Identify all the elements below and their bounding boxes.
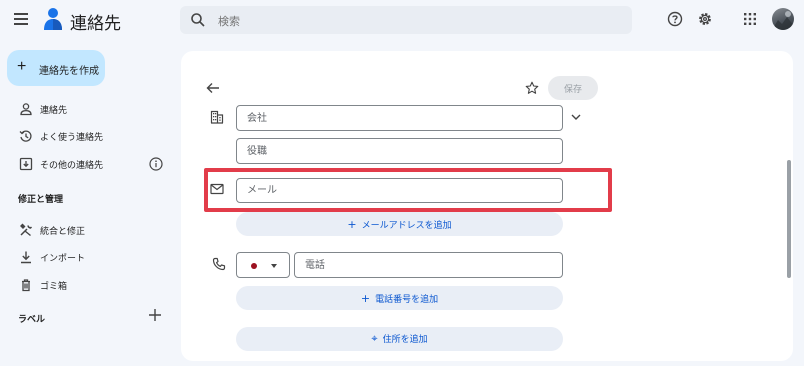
plus-icon: + bbox=[360, 291, 371, 305]
sidebar-item-label: その他の連絡先 bbox=[40, 161, 104, 171]
add-phone-label: 電話番号を追加 bbox=[375, 294, 439, 305]
avatar[interactable] bbox=[772, 8, 794, 30]
star-icon[interactable] bbox=[525, 81, 539, 95]
section-title-manage: 修正と管理 bbox=[18, 195, 64, 205]
section-title-labels: ラベル bbox=[18, 315, 46, 325]
add-phone-button[interactable]: + 電話番号を追加 bbox=[236, 286, 563, 310]
building-icon bbox=[210, 110, 224, 124]
add-label-icon[interactable] bbox=[148, 308, 162, 322]
save-button[interactable]: 保存 bbox=[548, 76, 598, 100]
company-field[interactable] bbox=[236, 105, 563, 131]
sidebar-item-label: よく使う連絡先 bbox=[40, 133, 104, 143]
add-address-button[interactable]: ⌖ 住所を追加 bbox=[236, 327, 563, 351]
inbox-download-icon bbox=[19, 157, 33, 171]
sidebar-item-other-contacts[interactable]: その他の連絡先 bbox=[0, 153, 170, 175]
trash-icon bbox=[22, 279, 30, 292]
tools-icon bbox=[20, 223, 33, 237]
company-input[interactable] bbox=[247, 106, 556, 130]
phone-input[interactable] bbox=[305, 253, 556, 277]
location-pin-icon: ⌖ bbox=[371, 332, 378, 345]
phone-field[interactable] bbox=[294, 252, 563, 278]
main-menu-button[interactable] bbox=[14, 12, 32, 26]
country-code-select[interactable] bbox=[236, 252, 290, 278]
sidebar-item-frequent[interactable]: よく使う連絡先 bbox=[0, 125, 170, 147]
plus-icon: + bbox=[17, 58, 27, 75]
download-icon bbox=[21, 251, 31, 264]
sidebar-item-trash[interactable]: ゴミ箱 bbox=[0, 274, 170, 296]
app-title: 連絡先 bbox=[70, 14, 121, 34]
sidebar-item-contacts[interactable]: 連絡先 bbox=[0, 98, 170, 120]
scrollbar[interactable] bbox=[787, 160, 791, 278]
contacts-logo-icon bbox=[42, 6, 64, 32]
help-icon[interactable] bbox=[667, 11, 683, 27]
add-address-label: 住所を追加 bbox=[382, 335, 428, 345]
sidebar-item-label: インポート bbox=[40, 254, 86, 264]
search-icon bbox=[191, 13, 205, 27]
person-icon bbox=[20, 103, 32, 116]
create-contact-button[interactable]: + 連絡先を作成 bbox=[7, 50, 105, 86]
add-email-button[interactable]: + メールアドレスを追加 bbox=[236, 212, 563, 236]
sidebar-item-label: ゴミ箱 bbox=[40, 282, 68, 292]
job-title-field[interactable] bbox=[236, 138, 563, 164]
sidebar-item-import[interactable]: インポート bbox=[0, 246, 170, 268]
back-arrow-icon[interactable] bbox=[206, 82, 220, 94]
plus-icon: + bbox=[347, 217, 357, 231]
search-bar[interactable] bbox=[180, 6, 632, 34]
apps-grid-icon[interactable] bbox=[744, 13, 756, 25]
chevron-down-icon[interactable] bbox=[570, 112, 582, 122]
caret-down-icon bbox=[271, 264, 277, 268]
phone-icon bbox=[212, 257, 226, 271]
history-icon bbox=[19, 130, 32, 142]
sidebar-item-merge-fix[interactable]: 統合と修正 bbox=[0, 219, 170, 241]
info-icon[interactable] bbox=[149, 157, 163, 171]
sidebar-item-label: 統合と修正 bbox=[40, 227, 86, 237]
gear-icon[interactable] bbox=[697, 11, 713, 27]
job-title-input[interactable] bbox=[247, 139, 556, 163]
highlight-box bbox=[204, 168, 612, 212]
search-input[interactable] bbox=[216, 10, 620, 32]
add-email-label: メールアドレスを追加 bbox=[361, 220, 452, 231]
sidebar-item-label: 連絡先 bbox=[40, 106, 68, 116]
create-contact-label: 連絡先を作成 bbox=[39, 66, 99, 77]
japan-flag-icon bbox=[251, 263, 257, 269]
